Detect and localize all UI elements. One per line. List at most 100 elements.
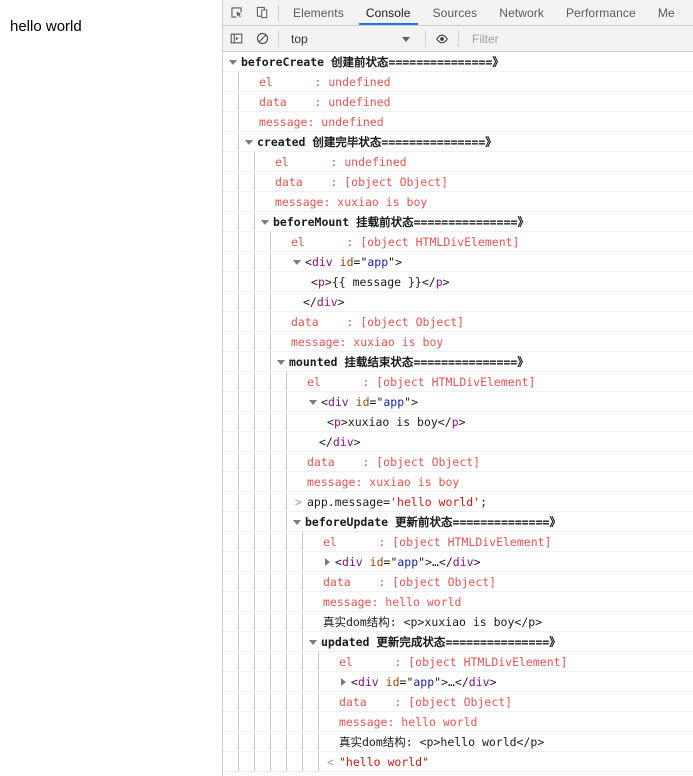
dom-node-close: </div> xyxy=(303,295,345,309)
console-row[interactable]: 真实dom结构: <p>xuxiao is boy</p> xyxy=(223,612,693,632)
dom-node-collapsed[interactable]: <div id="app">…</div> xyxy=(325,552,481,572)
tab-memory[interactable]: Me xyxy=(647,0,686,25)
tab-network[interactable]: Network xyxy=(488,0,555,25)
console-group-header[interactable]: created 创建完毕状态===============》 xyxy=(245,132,497,152)
inspect-element-icon[interactable] xyxy=(223,0,249,25)
console-message: message: hello world xyxy=(339,715,478,729)
console-row[interactable]: el : undefined xyxy=(223,152,693,172)
clear-console-icon[interactable] xyxy=(249,26,275,51)
indent-guides xyxy=(223,272,693,291)
console-row[interactable]: message: hello world xyxy=(223,592,693,612)
console-row[interactable]: <p>{{ message }}</p> xyxy=(223,272,693,292)
console-row[interactable]: 真实dom结构: <p>hello world</p> xyxy=(223,732,693,752)
console-message: data : [object Object] xyxy=(275,175,449,189)
tab-performance[interactable]: Performance xyxy=(555,0,647,25)
console-message: data : [object Object] xyxy=(307,455,481,469)
console-row[interactable]: <div id="app"> xyxy=(223,392,693,412)
triangle-down-icon[interactable] xyxy=(309,639,317,645)
console-message: el : [object HTMLDivElement] xyxy=(307,375,536,389)
console-row[interactable]: data : [object Object] xyxy=(223,692,693,712)
dom-node-collapsed[interactable]: <div id="app">…</div> xyxy=(341,672,497,692)
console-row[interactable]: message: xuxiao is boy xyxy=(223,192,693,212)
console-toolbar-divider-2 xyxy=(425,30,426,47)
console-row[interactable]: mounted 挂载结束状态===============》 xyxy=(223,352,693,372)
console-row[interactable]: message: hello world xyxy=(223,712,693,732)
console-group-header[interactable]: mounted 挂载结束状态===============》 xyxy=(277,352,529,372)
triangle-down-icon[interactable] xyxy=(293,259,301,265)
tab-elements[interactable]: Elements xyxy=(282,0,355,25)
console-sidebar-icon[interactable] xyxy=(223,26,249,51)
console-message: data : [object Object] xyxy=(323,575,497,589)
prompt-input-icon: > xyxy=(295,495,302,509)
console-row[interactable]: data : undefined xyxy=(223,92,693,112)
console-group-header[interactable]: beforeMount 挂载前状态===============》 xyxy=(261,212,529,232)
console-group-header[interactable]: beforeUpdate 更新前状态==============》 xyxy=(293,512,561,532)
tab-console[interactable]: Console xyxy=(355,0,422,25)
console-log-area[interactable]: beforeCreate 创建前状态===============》 el : u… xyxy=(223,52,693,776)
indent-guides xyxy=(223,392,693,411)
page-body-text: hello world xyxy=(10,18,82,35)
console-row[interactable]: el : [object HTMLDivElement] xyxy=(223,232,693,252)
console-row[interactable]: message: undefined xyxy=(223,112,693,132)
console-row[interactable]: > app.message='hello world'; xyxy=(223,492,693,512)
tab-network-label: Network xyxy=(499,5,545,20)
console-row[interactable]: beforeUpdate 更新前状态==============》 xyxy=(223,512,693,532)
console-row[interactable]: el : undefined xyxy=(223,72,693,92)
console-message: data : [object Object] xyxy=(339,695,513,709)
console-message: el : undefined xyxy=(259,75,391,89)
console-row[interactable]: data : [object Object] xyxy=(223,312,693,332)
console-group-header[interactable]: updated 更新完成状态===============》 xyxy=(309,632,561,652)
filter-input[interactable]: Filter xyxy=(462,26,693,51)
device-toolbar-icon[interactable] xyxy=(249,0,275,25)
console-group-header[interactable]: beforeCreate 创建前状态===============》 xyxy=(229,52,504,72)
console-row[interactable]: el : [object HTMLDivElement] xyxy=(223,652,693,672)
console-row[interactable]: beforeMount 挂载前状态===============》 xyxy=(223,212,693,232)
console-message: el : undefined xyxy=(275,155,407,169)
console-row[interactable]: data : [object Object] xyxy=(223,172,693,192)
triangle-right-icon[interactable] xyxy=(341,678,346,686)
dom-node-open[interactable]: <div id="app"> xyxy=(309,392,418,412)
triangle-down-icon[interactable] xyxy=(293,519,301,525)
tab-sources-label: Sources xyxy=(432,5,478,20)
console-row[interactable]: <p>xuxiao is boy</p> xyxy=(223,412,693,432)
console-input-echo: > app.message='hello world'; xyxy=(295,492,487,512)
dom-node-open[interactable]: <div id="app"> xyxy=(293,252,402,272)
console-row[interactable]: el : [object HTMLDivElement] xyxy=(223,372,693,392)
indent-guides xyxy=(223,432,693,451)
console-row[interactable]: message: xuxiao is boy xyxy=(223,332,693,352)
console-toolbar-divider-3 xyxy=(458,30,459,47)
console-row[interactable]: </div> xyxy=(223,292,693,312)
console-row[interactable]: <div id="app">…</div> xyxy=(223,672,693,692)
console-row[interactable]: el : [object HTMLDivElement] xyxy=(223,532,693,552)
console-message: data : undefined xyxy=(259,95,391,109)
console-row[interactable]: created 创建完毕状态===============》 xyxy=(223,132,693,152)
console-row[interactable]: beforeCreate 创建前状态===============》 xyxy=(223,52,693,72)
execution-context-select[interactable]: top xyxy=(282,26,422,51)
console-row[interactable]: <div id="app">…</div> xyxy=(223,552,693,572)
console-row[interactable]: < "hello world" xyxy=(223,752,693,772)
console-row[interactable]: data : [object Object] xyxy=(223,572,693,592)
tab-performance-label: Performance xyxy=(566,5,636,20)
console-message: message: undefined xyxy=(259,115,384,129)
triangle-down-icon[interactable] xyxy=(309,399,317,405)
console-row[interactable]: updated 更新完成状态===============》 xyxy=(223,632,693,652)
indent-guides xyxy=(223,292,693,311)
console-row[interactable]: message: xuxiao is boy xyxy=(223,472,693,492)
filter-placeholder: Filter xyxy=(472,31,499,46)
triangle-down-icon[interactable] xyxy=(245,139,253,145)
console-row[interactable]: <div id="app"> xyxy=(223,252,693,272)
triangle-down-icon[interactable] xyxy=(277,359,285,365)
devtools-panel: Elements Console Sources Network Perform… xyxy=(222,0,693,776)
console-message: message: xuxiao is boy xyxy=(307,475,460,489)
tab-sources[interactable]: Sources xyxy=(422,0,489,25)
console-toolbar-divider-1 xyxy=(278,30,279,47)
console-row[interactable]: </div> xyxy=(223,432,693,452)
live-expression-eye-icon[interactable] xyxy=(429,26,455,51)
console-row[interactable]: data : [object Object] xyxy=(223,452,693,472)
triangle-down-icon[interactable] xyxy=(261,219,269,225)
triangle-down-icon[interactable] xyxy=(229,59,237,65)
console-message: 真实dom结构: <p>hello world</p> xyxy=(339,735,545,749)
triangle-right-icon[interactable] xyxy=(325,558,330,566)
console-message: message: xuxiao is boy xyxy=(291,335,444,349)
dom-node-close: </div> xyxy=(319,435,361,449)
